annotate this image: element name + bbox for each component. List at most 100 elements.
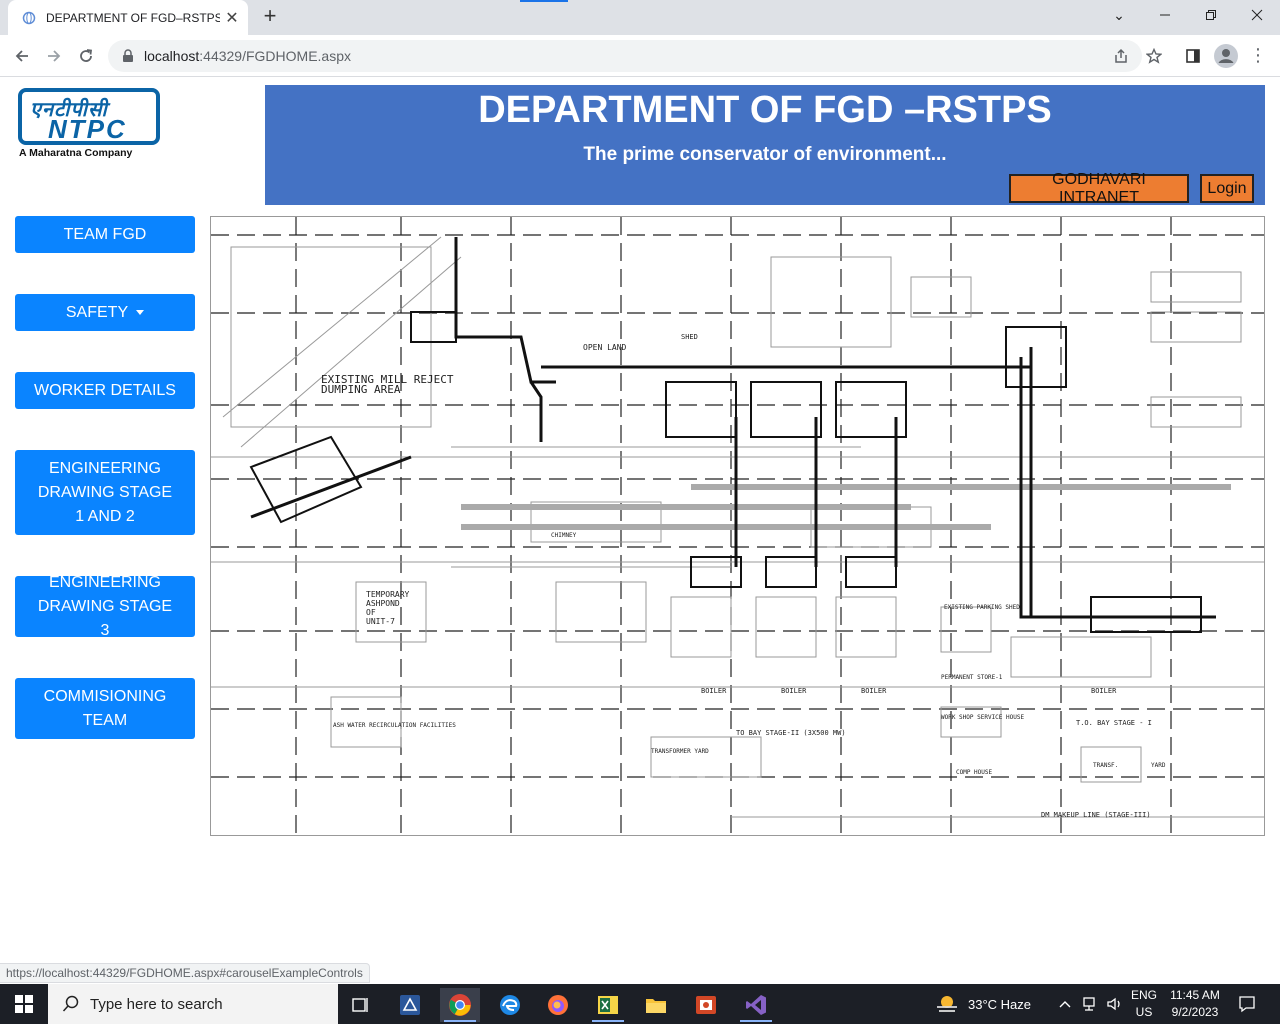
link-status-bar: https://localhost:44329/FGDHOME.aspx#car…	[0, 963, 370, 983]
browser-tab[interactable]: DEPARTMENT OF FGD–RSTPS ✕	[8, 0, 248, 35]
page-title: DEPARTMENT OF FGD –RSTPS	[478, 89, 1052, 131]
drawing-label: OPEN LAND	[583, 343, 627, 352]
drawing-label: ASH WATER RECIRCULATION FACILITIES	[333, 722, 456, 729]
haze-sun-icon	[937, 996, 957, 1012]
logo-tagline: A Maharatna Company	[19, 147, 133, 159]
clock-time: 11:45 AM	[1170, 988, 1220, 1002]
edge-icon[interactable]	[490, 988, 530, 1022]
page-subtitle: The prime conservator of environment...	[583, 144, 947, 165]
engineering-layout-drawing: EXISTING MILL REJECT DUMPING AREA OPEN L…	[210, 216, 1265, 836]
active-app-indicator	[444, 1020, 476, 1022]
drawing-label: TRANSF.	[1093, 762, 1118, 769]
excel-tool-icon[interactable]	[588, 988, 628, 1022]
sidebar-item-commisioning-team[interactable]: COMMISIONING TEAM	[15, 678, 195, 739]
forward-arrow-icon[interactable]	[40, 43, 68, 69]
sidebar-item-label: TEAM FGD	[63, 225, 147, 243]
sidebar-item-engineering-drawing-stage-1-2[interactable]: ENGINEERING DRAWING STAGE 1 AND 2	[15, 450, 195, 535]
windows-start-icon[interactable]	[0, 984, 48, 1024]
ntpc-logo-mark: एनटीपीसी NTPC	[18, 88, 160, 145]
tab-title: DEPARTMENT OF FGD–RSTPS	[46, 10, 220, 25]
open-app-indicator	[592, 1020, 624, 1022]
windows-taskbar: Type here to search 33°C Haze ENG US 11:…	[0, 984, 1280, 1024]
bookmark-star-icon[interactable]	[1141, 43, 1167, 69]
page-header: DEPARTMENT OF FGD –RSTPS The prime conse…	[265, 85, 1265, 206]
sidebar-item-label: SAFETY	[65, 303, 129, 321]
drawing-label: BOILER	[861, 687, 887, 695]
azure-devops-icon[interactable]	[390, 988, 430, 1022]
side-panel-icon[interactable]	[1180, 43, 1206, 69]
drawing-label: YARD	[1151, 762, 1166, 769]
restore-icon[interactable]	[1188, 0, 1234, 30]
drawing-label: EXISTING PARKING SHED	[944, 604, 1020, 611]
close-tab-icon[interactable]: ✕	[220, 8, 244, 28]
open-app-indicator	[740, 1020, 772, 1022]
taskbar-search-input[interactable]: Type here to search	[48, 984, 338, 1024]
sidebar-item-label: ENGINEERING DRAWING STAGE 1 AND 2	[37, 459, 173, 525]
drawing-label: COMP HOUSE	[956, 769, 993, 776]
globe-icon	[22, 11, 36, 24]
tab-search-icon[interactable]: ⌄	[1096, 0, 1142, 30]
logo-brand-text: NTPC	[48, 114, 127, 144]
url-path: :44329/FGDHOME.aspx	[199, 48, 351, 64]
new-tab-icon[interactable]: +	[258, 5, 282, 29]
caret-down-icon	[136, 310, 145, 315]
sidebar-item-engineering-drawing-stage-3[interactable]: ENGINEERING DRAWING STAGE 3	[15, 574, 195, 639]
lock-icon	[123, 49, 133, 62]
login-button[interactable]: Login	[1200, 174, 1254, 203]
sidebar-item-label: COMMISIONING TEAM	[43, 687, 167, 729]
url-host: localhost	[144, 48, 200, 64]
sidebar-item-team-fgd[interactable]: TEAM FGD	[15, 216, 195, 253]
powerpoint-icon[interactable]	[686, 988, 726, 1022]
chrome-icon[interactable]	[440, 988, 480, 1022]
drawing-label: T.O. BAY STAGE - I	[1076, 719, 1152, 727]
taskbar-clock[interactable]: 11:45 AM 9/2/2023	[1162, 987, 1228, 1021]
minimize-icon[interactable]	[1142, 0, 1188, 30]
sidebar-item-label: WORKER DETAILS	[34, 381, 176, 399]
input-language-indicator[interactable]: ENG US	[1126, 987, 1162, 1021]
search-placeholder: Type here to search	[90, 995, 223, 1013]
browser-menu-icon[interactable]: ⋮	[1248, 44, 1268, 68]
url-field[interactable]: localhost:44329/FGDHOME.aspx	[108, 40, 1142, 72]
drawing-label: BOILER	[1091, 687, 1117, 695]
drawing-label: WORK SHOP SERVICE HOUSE	[941, 714, 1024, 721]
close-window-icon[interactable]	[1234, 0, 1280, 30]
show-hidden-icons-icon[interactable]	[1058, 984, 1072, 1024]
drawing-label: ASHPOND	[366, 599, 400, 608]
volume-icon[interactable]	[1106, 984, 1124, 1024]
drawing-label: UNIT-7	[366, 617, 395, 626]
drawing-label: SHED	[681, 333, 698, 341]
profile-avatar-icon[interactable]	[1214, 44, 1238, 68]
browser-tab-bar: DEPARTMENT OF FGD–RSTPS ✕ + ⌄	[0, 0, 1280, 35]
sidebar-item-safety[interactable]: SAFETY	[15, 294, 195, 331]
godhavari-intranet-button[interactable]: GODHAVARI INTRANET	[1009, 171, 1189, 206]
drawing-label: TRANSFORMER YARD	[651, 748, 709, 755]
drawing-label: DUMPING AREA	[321, 383, 401, 396]
drawing-label: PERMANENT STORE-1	[941, 674, 1003, 681]
sidebar-item-worker-details[interactable]: WORKER DETAILS	[15, 372, 195, 409]
share-icon[interactable]	[1108, 43, 1134, 69]
drawing-label: OF	[366, 608, 376, 617]
tab-strip-indicator	[520, 0, 568, 2]
weather-text: 33°C Haze	[968, 996, 1032, 1012]
drawing-label: TO BAY STAGE-II (3X500 MW)	[736, 729, 846, 737]
reload-icon[interactable]	[72, 43, 100, 69]
notifications-icon[interactable]	[1238, 984, 1256, 1024]
firefox-icon[interactable]	[538, 988, 578, 1022]
drawing-label: DM MAKEUP LINE (STAGE-III)	[1041, 811, 1151, 819]
address-bar-row: localhost:44329/FGDHOME.aspx	[0, 35, 1280, 77]
weather-widget[interactable]: 33°C Haze	[934, 984, 1031, 1024]
language-code: ENG	[1130, 988, 1157, 1002]
visual-studio-icon[interactable]	[736, 988, 776, 1022]
region-code: US	[1135, 1005, 1153, 1019]
back-arrow-icon[interactable]	[8, 43, 36, 69]
drawing-label: CHIMNEY	[551, 532, 577, 539]
clock-date: 9/2/2023	[1171, 1005, 1219, 1019]
drawing-label: TEMPORARY	[366, 590, 410, 599]
search-icon	[62, 995, 79, 1012]
file-explorer-icon[interactable]	[636, 988, 676, 1022]
task-view-icon[interactable]	[340, 988, 380, 1022]
drawing-label: BOILER	[781, 687, 807, 695]
drawing-label: BOILER	[701, 687, 727, 695]
ntpc-logo: एनटीपीसी NTPC A Maharatna Company	[18, 88, 163, 160]
network-icon[interactable]	[1082, 984, 1100, 1024]
